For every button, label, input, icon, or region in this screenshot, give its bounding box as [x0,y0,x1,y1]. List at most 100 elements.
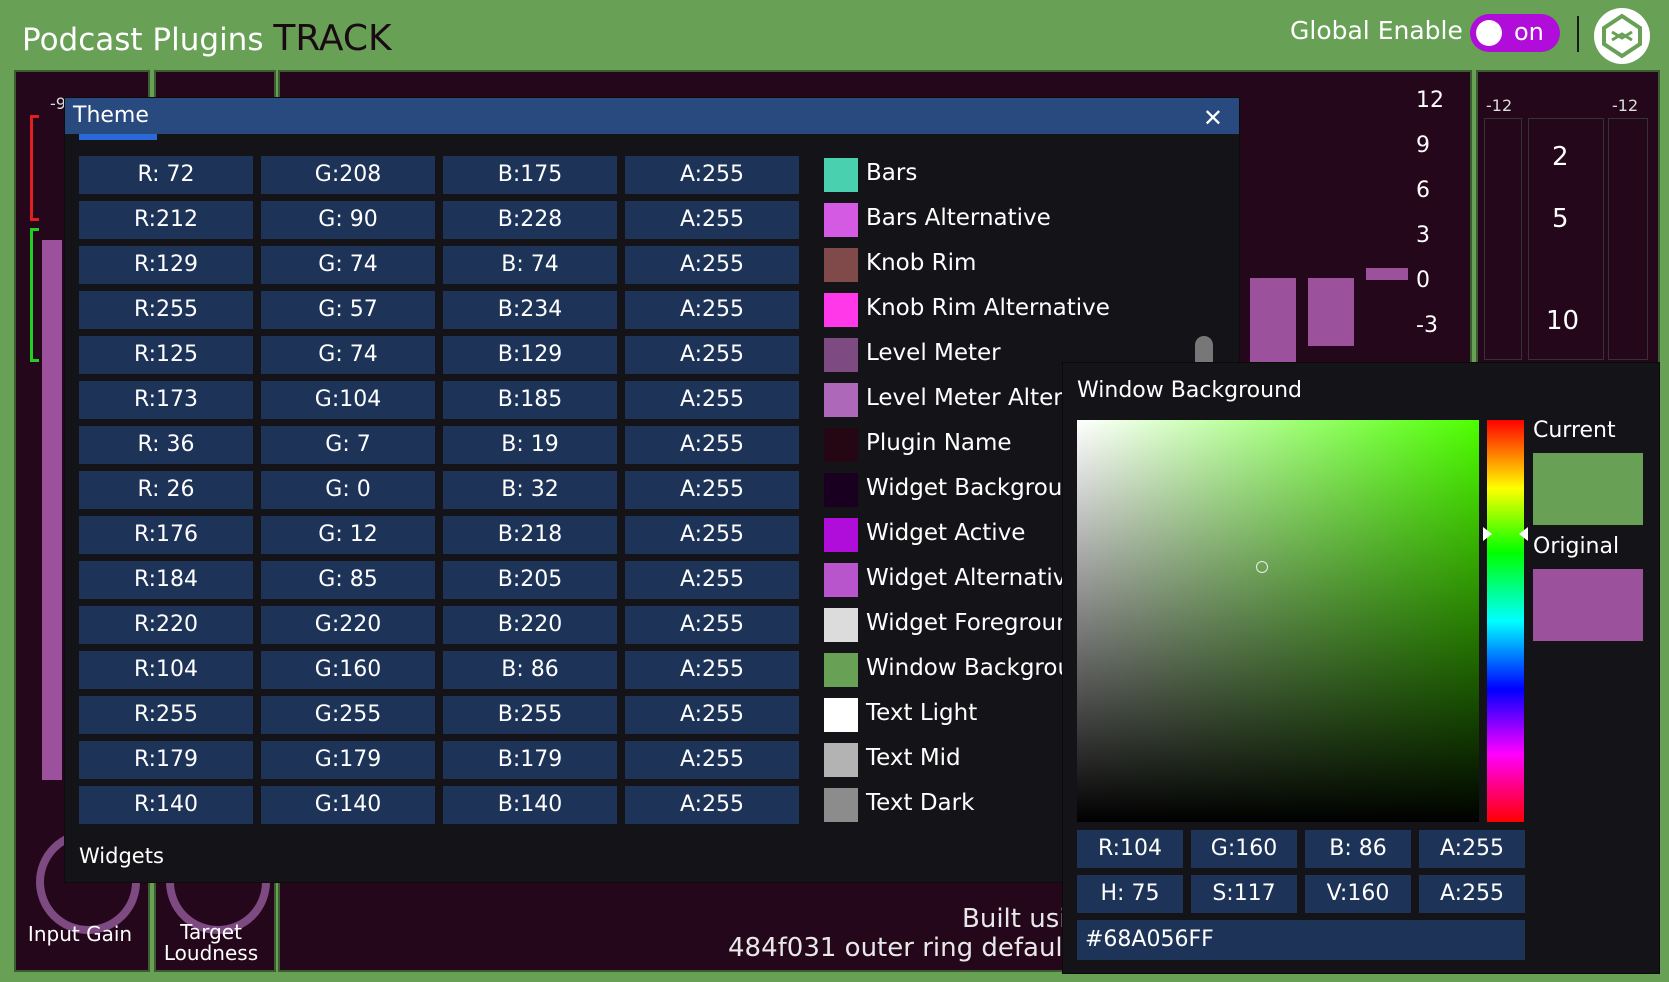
picker-alpha-hsv-field[interactable]: A:255 [1419,875,1525,913]
channel-field-a[interactable]: A:255 [625,471,799,509]
channel-field-r[interactable]: R: 26 [79,471,253,509]
channel-field-g[interactable]: G: 90 [261,201,435,239]
channel-field-a[interactable]: A:255 [625,381,799,419]
channel-field-a[interactable]: A:255 [625,696,799,734]
channel-field-g[interactable]: G: 74 [261,246,435,284]
channel-field-r[interactable]: R:176 [79,516,253,554]
channel-field-r[interactable]: R:173 [79,381,253,419]
channel-field-g[interactable]: G:140 [261,786,435,824]
picker-hue-field[interactable]: H: 75 [1077,875,1183,913]
hue-slider[interactable] [1487,420,1524,822]
channel-field-a[interactable]: A:255 [625,516,799,554]
channel-field-b[interactable]: B:255 [443,696,617,734]
channel-field-g[interactable]: G: 57 [261,291,435,329]
color-swatch[interactable] [824,248,858,282]
channel-field-a[interactable]: A:255 [625,741,799,779]
channel-field-b[interactable]: B:220 [443,606,617,644]
right-meter-top-left: -12 [1486,96,1513,115]
channel-field-b[interactable]: B: 74 [443,246,617,284]
color-swatch[interactable] [824,293,858,327]
channel-field-a[interactable]: A:255 [625,606,799,644]
channel-field-r[interactable]: R:179 [79,741,253,779]
channel-field-g[interactable]: G: 7 [261,426,435,464]
channel-field-r[interactable]: R:184 [79,561,253,599]
channel-field-g[interactable]: G:104 [261,381,435,419]
channel-field-a[interactable]: A:255 [625,426,799,464]
sv-cursor[interactable] [1256,561,1268,573]
channel-field-r[interactable]: R:129 [79,246,253,284]
y-tick: 9 [1416,133,1430,158]
color-swatch[interactable] [824,203,858,237]
channel-field-b[interactable]: B:175 [443,156,617,194]
channel-field-b[interactable]: B:140 [443,786,617,824]
channel-field-r[interactable]: R:212 [79,201,253,239]
channel-field-a[interactable]: A:255 [625,201,799,239]
channel-field-b[interactable]: B:179 [443,741,617,779]
right-meter-top-right: -12 [1612,96,1639,115]
channel-field-g[interactable]: G:208 [261,156,435,194]
channel-field-a[interactable]: A:255 [625,336,799,374]
channel-field-r[interactable]: R:255 [79,291,253,329]
channel-field-g[interactable]: G: 0 [261,471,435,509]
y-tick: 6 [1416,178,1430,203]
global-enable-toggle[interactable]: on [1470,14,1560,52]
color-swatch[interactable] [824,338,858,372]
color-swatch[interactable] [824,653,858,687]
channel-field-r[interactable]: R: 36 [79,426,253,464]
color-swatch[interactable] [824,158,858,192]
channel-field-b[interactable]: B:205 [443,561,617,599]
hex-input[interactable]: #68A056FF [1077,920,1525,960]
color-swatch[interactable] [824,743,858,777]
brand-logo-icon[interactable] [1594,8,1650,64]
close-icon[interactable]: ✕ [1203,104,1223,132]
picker-alpha-field[interactable]: A:255 [1419,830,1525,868]
channel-field-b[interactable]: B: 86 [443,651,617,689]
picker-value-field[interactable]: V:160 [1305,875,1411,913]
color-swatch[interactable] [824,698,858,732]
color-swatch[interactable] [824,473,858,507]
color-swatch[interactable] [824,383,858,417]
channel-field-g[interactable]: G: 85 [261,561,435,599]
channel-field-g[interactable]: G:255 [261,696,435,734]
target-loudness-label: Target Loudness [163,920,259,965]
picker-blue-field[interactable]: B: 86 [1305,830,1411,868]
channel-field-a[interactable]: A:255 [625,246,799,284]
original-color-swatch[interactable] [1533,569,1643,641]
color-name: Bars Alternative [866,205,1051,231]
channel-field-b[interactable]: B:228 [443,201,617,239]
channel-field-g[interactable]: G: 12 [261,516,435,554]
scale-label: 5 [1552,204,1569,234]
channel-field-b[interactable]: B:218 [443,516,617,554]
channel-field-g[interactable]: G:179 [261,741,435,779]
channel-field-b[interactable]: B: 32 [443,471,617,509]
channel-field-b[interactable]: B: 19 [443,426,617,464]
saturation-value-field[interactable] [1077,420,1479,822]
channel-field-r[interactable]: R: 72 [79,156,253,194]
color-swatch[interactable] [824,518,858,552]
picker-red-field[interactable]: R:104 [1077,830,1183,868]
channel-field-g[interactable]: G:220 [261,606,435,644]
color-swatch[interactable] [824,608,858,642]
channel-field-a[interactable]: A:255 [625,156,799,194]
picker-green-field[interactable]: G:160 [1191,830,1297,868]
channel-field-g[interactable]: G: 74 [261,336,435,374]
widgets-section-label: Widgets [79,844,164,868]
channel-field-a[interactable]: A:255 [625,786,799,824]
channel-field-r[interactable]: R:140 [79,786,253,824]
picker-saturation-field[interactable]: S:117 [1191,875,1297,913]
channel-field-r[interactable]: R:104 [79,651,253,689]
channel-field-a[interactable]: A:255 [625,561,799,599]
channel-field-b[interactable]: B:234 [443,291,617,329]
channel-field-b[interactable]: B:185 [443,381,617,419]
channel-field-r[interactable]: R:220 [79,606,253,644]
channel-field-g[interactable]: G:160 [261,651,435,689]
channel-field-r[interactable]: R:255 [79,696,253,734]
color-swatch[interactable] [824,788,858,822]
channel-field-a[interactable]: A:255 [625,651,799,689]
channel-field-b[interactable]: B:129 [443,336,617,374]
color-swatch[interactable] [824,428,858,462]
channel-field-a[interactable]: A:255 [625,291,799,329]
line-size-slider[interactable] [79,134,157,140]
channel-field-r[interactable]: R:125 [79,336,253,374]
color-swatch[interactable] [824,563,858,597]
